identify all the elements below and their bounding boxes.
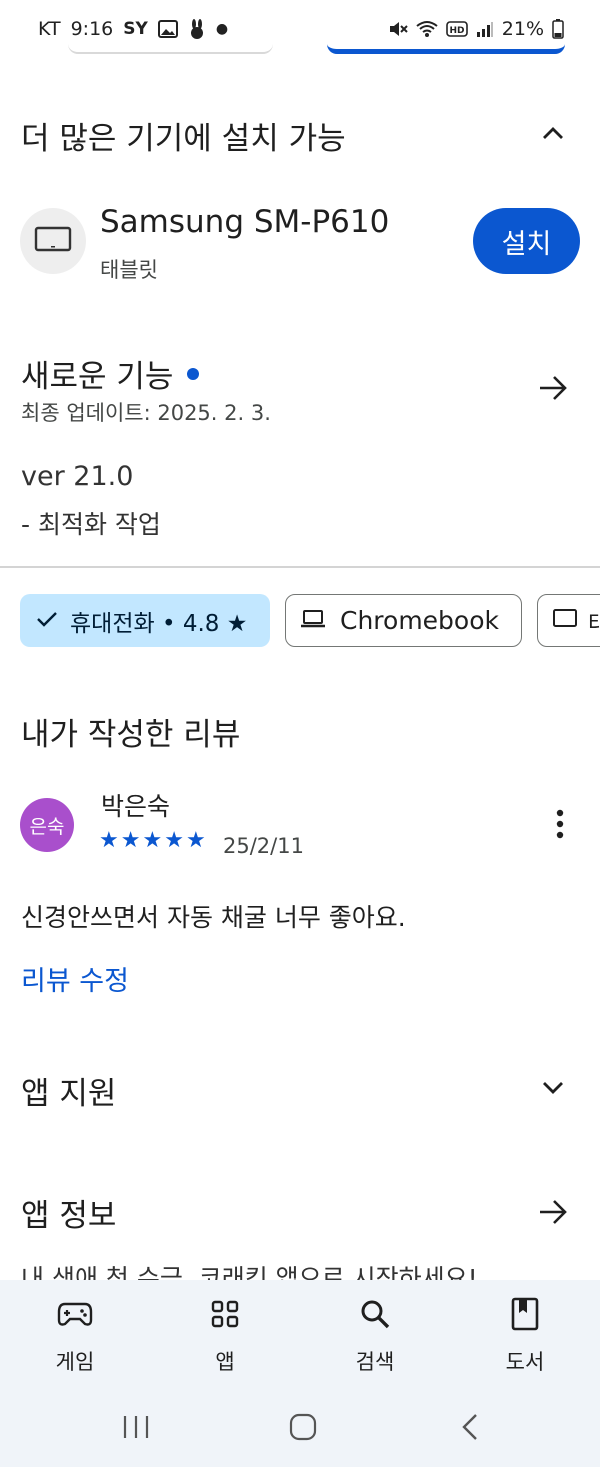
last-updated: 최종 업데이트: 2025. 2. 3. [21,401,271,425]
device-type: 태블릿 [100,258,158,282]
release-note: - 최적화 작업 [21,510,161,539]
nav-item-games[interactable]: 게임 [0,1280,150,1398]
version-text: ver 21.0 [21,461,134,492]
back-icon[interactable] [440,1412,500,1442]
check-icon [36,608,58,634]
tablet-icon [34,225,72,257]
chip-tablet[interactable]: 태 [537,594,600,647]
nav-label-search: 검색 [355,1350,395,1374]
edit-review-link[interactable]: 리뷰 수정 [21,959,129,998]
app-info-title[interactable]: 앱 정보 [21,1190,116,1235]
whats-new-title: 새로운 기능 [21,359,174,395]
wifi-icon [416,20,438,38]
nav-label-books: 도서 [505,1350,545,1374]
carrier: KT [38,18,61,40]
tablet-outline-icon [552,608,578,634]
scrolled-button-edge [68,44,273,54]
star-icon: ★ [142,828,163,853]
home-icon[interactable] [273,1412,333,1442]
chip-chromebook[interactable]: Chromebook [285,594,522,647]
avatar: 은숙 [20,798,74,852]
gamepad-icon [57,1296,93,1332]
chevron-up-icon[interactable] [536,118,570,148]
search-icon [359,1296,391,1332]
device-avatar [20,208,86,274]
my-review-heading: 내가 작성한 리뷰 [21,717,241,753]
system-nav-bar [0,1398,600,1467]
chip-tablet-label: 태 [588,610,600,637]
status-left: KT 9:16 SY ● [38,18,228,40]
more-devices-title: 더 많은 기기에 설치 가능 [21,121,346,157]
app-info-description: 내 생애 첫 수금, 코래킹 앱으로 시작하세요! [21,1263,581,1281]
book-icon [511,1296,539,1332]
app-info-description-text: 내 생애 첫 수금, 코래킹 앱으로 시작하세요! [21,1264,478,1281]
install-button[interactable]: 설치 [473,208,580,274]
arrow-right-icon[interactable] [535,372,571,404]
more-options-icon[interactable] [545,806,575,842]
clock: 9:16 [70,18,114,40]
chip-chromebook-label: Chromebook [340,606,499,635]
whats-new-header[interactable]: 새로운 기능 [21,351,200,396]
sy-icon: SY [123,19,148,39]
chip-phone-label: 휴대전화 • 4.8 ★ [70,610,248,637]
rabbit-icon [188,19,206,39]
reviewer-name: 박은숙 [101,792,171,821]
star-icon: ★ [164,828,184,853]
nav-item-books[interactable]: 도서 [450,1280,600,1398]
star-icon: ★ [120,828,141,853]
battery-percent: 21% [501,18,544,40]
bottom-nav: 게임 앱 검색 도서 [0,1280,600,1398]
hd-icon: HD [445,21,468,37]
review-text: 신경안쓰면서 자동 채굴 너무 좋아요. [21,903,406,932]
recents-icon[interactable] [106,1412,166,1442]
signal-icon [476,21,494,37]
nav-item-search[interactable]: 검색 [300,1280,450,1398]
new-indicator-dot [187,367,200,380]
mute-icon [388,20,408,38]
nav-label-games: 게임 [55,1350,95,1374]
dot-icon: ● [215,21,229,37]
svg-text:HD: HD [449,26,464,36]
nav-label-apps: 앱 [215,1350,235,1374]
device-row: Samsung SM-P610 태블릿 설치 [20,204,580,284]
device-name: Samsung SM-P610 [100,204,390,240]
review-date: 25/2/11 [223,834,304,858]
star-icon: ★ [99,828,119,853]
app-support-title[interactable]: 앱 지원 [21,1068,116,1113]
scrolled-button-edge-primary [327,44,565,54]
star-icon: ★ [185,828,206,853]
gallery-icon [157,20,178,38]
status-right: HD 21% [388,18,564,40]
nav-item-apps[interactable]: 앱 [150,1280,300,1398]
laptop-icon [300,606,326,635]
battery-icon [552,19,564,39]
star-rating: ★ ★ ★ ★ ★ [99,828,206,853]
apps-grid-icon [210,1296,240,1332]
chip-phone[interactable]: 휴대전화 • 4.8 ★ [20,594,270,647]
divider [0,566,600,568]
arrow-right-icon[interactable] [535,1196,571,1228]
chevron-down-icon[interactable] [538,1076,568,1100]
